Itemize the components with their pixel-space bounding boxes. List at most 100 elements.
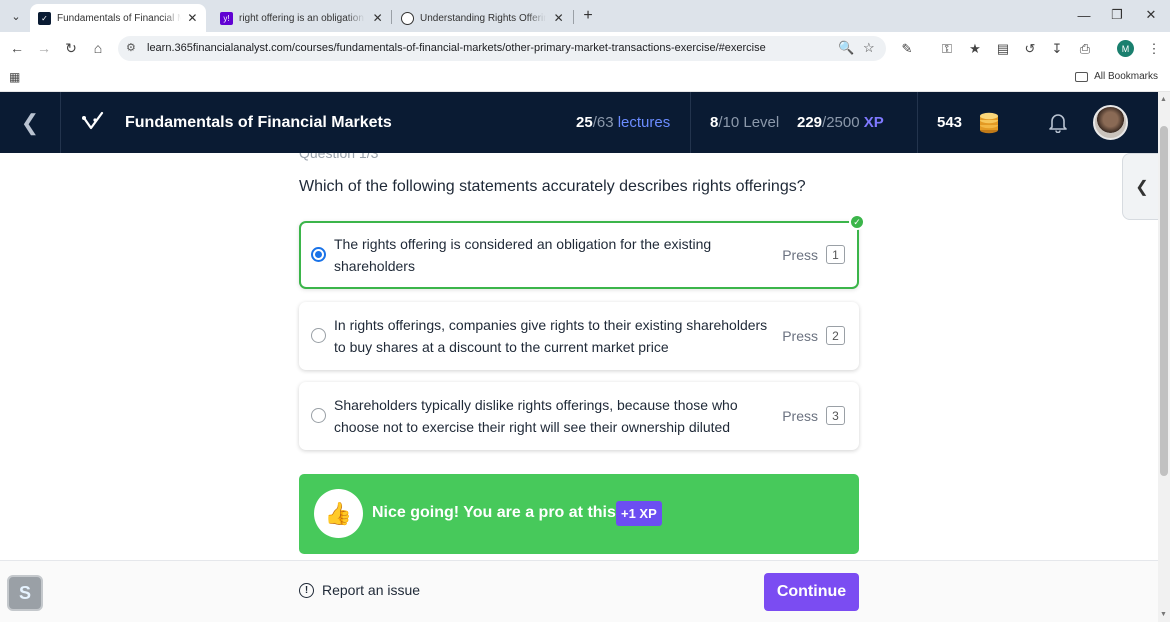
globe-favicon-icon bbox=[401, 11, 414, 25]
lectures-done: 25 bbox=[576, 114, 593, 131]
profile-avatar[interactable]: M bbox=[1117, 40, 1134, 57]
feedback-message: Nice going! You are a pro at this! bbox=[372, 504, 622, 521]
back-chevron-icon[interactable]: ❮ bbox=[0, 92, 61, 153]
site-settings-icon[interactable]: ⚙ bbox=[126, 41, 136, 54]
keycap: 1 bbox=[826, 245, 845, 264]
user-avatar[interactable] bbox=[1093, 105, 1128, 140]
xp-progress[interactable]: 229/2500 XP bbox=[797, 114, 884, 131]
scroll-down-icon[interactable]: ▼ bbox=[1160, 611, 1167, 618]
tab-search-result[interactable]: y! right offering is an obligation for ✕ bbox=[212, 4, 392, 32]
address-bar[interactable]: ⚙ learn.365financialanalyst.com/courses/… bbox=[118, 36, 886, 61]
back-arrow-icon[interactable]: ← bbox=[7, 38, 27, 58]
coin-stack-icon bbox=[980, 112, 998, 134]
answer-option-1[interactable]: The rights offering is considered an obl… bbox=[299, 214, 865, 289]
site-favicon-icon: ✓ bbox=[38, 11, 51, 25]
forward-arrow-icon[interactable]: → bbox=[34, 38, 54, 58]
tab-search-chevron-icon[interactable]: ⌄ bbox=[6, 6, 26, 26]
menu-kebab-icon[interactable]: ⋮ bbox=[1145, 40, 1163, 58]
notifications-bell-icon[interactable] bbox=[1047, 111, 1069, 133]
chevron-left-icon: ❮ bbox=[1135, 178, 1149, 196]
print-icon[interactable]: ⎙ bbox=[1076, 40, 1094, 58]
close-tab-icon[interactable]: ✕ bbox=[371, 11, 384, 25]
keycap: 2 bbox=[826, 326, 845, 345]
url-text: learn.365financialanalyst.com/courses/fu… bbox=[147, 42, 766, 54]
tab-understanding-rights[interactable]: Understanding Rights Offerings ✕ bbox=[393, 4, 573, 32]
tab-fundamentals[interactable]: ✓ Fundamentals of Financial Markets ✕ bbox=[30, 4, 206, 32]
continue-button[interactable]: Continue bbox=[764, 573, 859, 611]
correct-check-icon: ✓ bbox=[849, 214, 865, 230]
reading-list-icon[interactable]: ▤ bbox=[994, 40, 1012, 58]
report-issue-button[interactable]: ! Report an issue bbox=[299, 582, 420, 598]
radio-button[interactable] bbox=[311, 408, 326, 423]
answer-option-2[interactable]: In rights offerings, companies give righ… bbox=[299, 302, 859, 370]
keyboard-hint: Press 1 bbox=[782, 245, 845, 264]
xp-current: 229 bbox=[797, 114, 823, 131]
tab-title: Fundamentals of Financial Markets bbox=[57, 12, 181, 24]
bookmarks-icon[interactable]: ★ bbox=[966, 40, 984, 58]
close-tab-icon[interactable]: ✕ bbox=[552, 11, 565, 25]
info-icon: ! bbox=[299, 582, 314, 598]
keyboard-hint: Press 3 bbox=[782, 406, 845, 425]
press-label: Press bbox=[782, 246, 818, 263]
xp-label: XP bbox=[863, 114, 884, 131]
coins-count[interactable]: 543 bbox=[937, 114, 962, 131]
minimize-icon[interactable]: — bbox=[1069, 4, 1099, 26]
passwords-key-icon[interactable]: ⚿ bbox=[938, 40, 956, 58]
keycap: 3 bbox=[826, 406, 845, 425]
press-label: Press bbox=[782, 327, 818, 344]
all-bookmarks-button[interactable]: All Bookmarks bbox=[1075, 71, 1158, 82]
report-issue-label: Report an issue bbox=[322, 582, 421, 598]
tab-title: right offering is an obligation for bbox=[239, 12, 366, 24]
coins-value: 543 bbox=[937, 114, 963, 131]
yahoo-favicon-icon: y! bbox=[220, 11, 233, 25]
close-window-icon[interactable]: ✕ bbox=[1136, 4, 1166, 26]
new-tab-plus-icon[interactable]: + bbox=[578, 6, 598, 26]
zoom-icon[interactable]: 🔍 bbox=[838, 40, 854, 56]
close-tab-icon[interactable]: ✕ bbox=[187, 11, 198, 25]
home-icon[interactable]: ⌂ bbox=[88, 38, 108, 58]
header-divider bbox=[690, 92, 691, 153]
assistant-launcher-icon[interactable]: S bbox=[7, 575, 43, 611]
side-panel-toggle[interactable]: ❮ bbox=[1122, 153, 1158, 220]
header-divider bbox=[917, 92, 918, 153]
history-icon[interactable]: ↺ bbox=[1021, 40, 1039, 58]
level-label: Level bbox=[743, 114, 780, 131]
question-counter: Question 1/3 bbox=[299, 153, 379, 161]
reload-icon[interactable]: ↻ bbox=[61, 38, 81, 58]
level-total: /10 bbox=[718, 114, 740, 131]
lectures-total: /63 bbox=[592, 114, 614, 131]
radio-button[interactable] bbox=[311, 247, 326, 262]
answer-text: The rights offering is considered an obl… bbox=[334, 236, 712, 274]
answer-text: In rights offerings, companies give righ… bbox=[334, 317, 768, 355]
correct-feedback-banner: 👍 Nice going! You are a pro at this! +1 … bbox=[299, 474, 859, 554]
keyboard-hint: Press 2 bbox=[782, 326, 845, 345]
tab-separator bbox=[391, 10, 392, 24]
lectures-progress[interactable]: 25/63 lectures bbox=[576, 114, 670, 131]
course-title: Fundamentals of Financial Markets bbox=[125, 114, 392, 131]
tab-separator bbox=[573, 10, 574, 24]
365-logo-icon bbox=[82, 111, 104, 130]
bookmark-star-icon[interactable]: ☆ bbox=[863, 40, 875, 56]
answer-option-3[interactable]: Shareholders typically dislike rights of… bbox=[299, 382, 859, 450]
tab-bar: ⌄ ✓ Fundamentals of Financial Markets ✕ … bbox=[0, 0, 1170, 32]
restore-icon[interactable]: ❐ bbox=[1102, 4, 1132, 26]
page-scrollbar[interactable]: ▲ ▼ bbox=[1158, 92, 1170, 622]
level-progress[interactable]: 8/10 Level bbox=[710, 114, 779, 131]
scroll-up-icon[interactable]: ▲ bbox=[1160, 96, 1167, 103]
answer-text: Shareholders typically dislike rights of… bbox=[334, 397, 738, 435]
radio-button[interactable] bbox=[311, 328, 326, 343]
question-text: Which of the following statements accura… bbox=[299, 178, 806, 195]
xp-reward-badge: +1 XP bbox=[616, 501, 662, 526]
thumbs-up-icon: 👍 bbox=[314, 489, 363, 538]
folder-icon bbox=[1075, 71, 1089, 82]
tab-title: Understanding Rights Offerings bbox=[420, 12, 547, 24]
downloads-icon[interactable]: ↧ bbox=[1048, 40, 1066, 58]
press-label: Press bbox=[782, 407, 818, 424]
course-header: ❮ Fundamentals of Financial Markets 25/6… bbox=[0, 92, 1158, 153]
lectures-label: lectures bbox=[617, 114, 671, 131]
xp-total: /2500 bbox=[822, 114, 860, 131]
apps-grid-icon[interactable]: ▦ bbox=[9, 70, 20, 84]
extensions-icon[interactable]: ✎ bbox=[898, 40, 916, 58]
scroll-thumb[interactable] bbox=[1160, 126, 1168, 476]
exercise-footer: S ! Report an issue Continue bbox=[0, 560, 1158, 622]
